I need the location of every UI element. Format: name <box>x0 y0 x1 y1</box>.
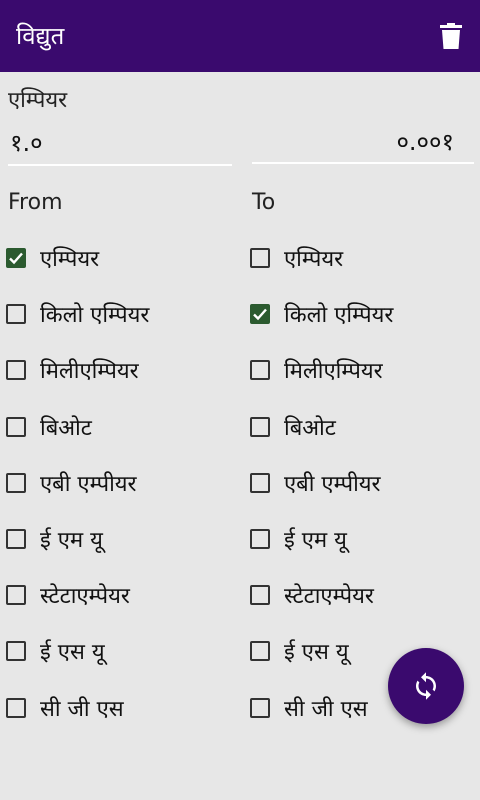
unit-label: एम्पियर <box>284 247 344 273</box>
checkbox-icon[interactable] <box>250 304 270 325</box>
to-unit-emu[interactable]: ई एम यू <box>250 511 480 567</box>
unit-label: ई एस यू <box>40 640 105 666</box>
from-value-input[interactable] <box>8 120 232 166</box>
checkbox-icon[interactable] <box>6 472 26 493</box>
from-unit-cgs[interactable]: सी जी एस <box>6 680 236 736</box>
checkbox-icon[interactable] <box>250 529 270 550</box>
from-column-header: From <box>8 190 63 215</box>
checkbox-icon[interactable] <box>6 304 26 325</box>
unit-label: एबी एम्पीयर <box>40 471 137 497</box>
unit-label: मिलीएम्पियर <box>40 359 139 385</box>
to-unit-ampere[interactable]: एम्पियर <box>250 230 480 286</box>
unit-label: ई एम यू <box>40 528 103 554</box>
from-unit-ampere[interactable]: एम्पियर <box>6 230 236 286</box>
unit-label: बिओट <box>284 415 336 441</box>
checkbox-icon[interactable] <box>6 248 26 269</box>
unit-category-label: एम्पियर <box>8 88 68 113</box>
to-unit-abampere[interactable]: एबी एम्पीयर <box>250 455 480 511</box>
swap-refresh-icon <box>416 672 436 700</box>
unit-label: ई एम यू <box>284 528 347 554</box>
to-unit-milliampere[interactable]: मिलीएम्पियर <box>250 342 480 398</box>
checkbox-icon[interactable] <box>250 585 270 606</box>
to-unit-statampere[interactable]: स्टेटाएम्पेयर <box>250 567 480 623</box>
unit-label: किलो एम्पियर <box>284 303 394 329</box>
checkbox-icon[interactable] <box>250 472 270 493</box>
checkbox-icon[interactable] <box>6 416 26 437</box>
unit-label: स्टेटाएम्पेयर <box>40 584 130 610</box>
from-unit-emu[interactable]: ई एम यू <box>6 511 236 567</box>
app-bar: विद्युत <box>0 0 480 72</box>
trash-icon[interactable] <box>436 20 466 52</box>
from-unit-milliampere[interactable]: मिलीएम्पियर <box>6 342 236 398</box>
unit-label: सी जी एस <box>284 696 368 722</box>
unit-label: सी जी एस <box>40 696 124 722</box>
convert-button[interactable] <box>388 648 464 724</box>
unit-label: मिलीएम्पियर <box>284 359 383 385</box>
checkbox-icon[interactable] <box>6 529 26 550</box>
to-unit-biot[interactable]: बिओट <box>250 399 480 455</box>
checkbox-icon[interactable] <box>6 360 26 381</box>
checkbox-icon[interactable] <box>250 416 270 437</box>
checkbox-icon[interactable] <box>250 641 270 662</box>
checkbox-icon[interactable] <box>250 360 270 381</box>
unit-label: एम्पियर <box>40 247 100 273</box>
checkbox-icon[interactable] <box>6 697 26 718</box>
from-unit-abampere[interactable]: एबी एम्पीयर <box>6 455 236 511</box>
to-unit-kiloampere[interactable]: किलो एम्पियर <box>250 286 480 342</box>
to-column-header: To <box>252 190 276 215</box>
unit-label: ई एस यू <box>284 640 349 666</box>
checkbox-icon[interactable] <box>6 641 26 662</box>
from-unit-list: एम्पियर किलो एम्पियर मिलीएम्पियर बिओट एब… <box>6 230 236 736</box>
unit-label: किलो एम्पियर <box>40 303 150 329</box>
app-title: विद्युत <box>16 22 65 50</box>
to-value-output[interactable] <box>252 120 474 164</box>
unit-label: एबी एम्पीयर <box>284 471 381 497</box>
from-unit-biot[interactable]: बिओट <box>6 399 236 455</box>
unit-label: स्टेटाएम्पेयर <box>284 584 374 610</box>
checkbox-icon[interactable] <box>6 585 26 606</box>
checkbox-icon[interactable] <box>250 248 270 269</box>
from-unit-statampere[interactable]: स्टेटाएम्पेयर <box>6 567 236 623</box>
from-unit-esu[interactable]: ई एस यू <box>6 623 236 679</box>
unit-label: बिओट <box>40 415 92 441</box>
checkbox-icon[interactable] <box>250 697 270 718</box>
from-unit-kiloampere[interactable]: किलो एम्पियर <box>6 286 236 342</box>
